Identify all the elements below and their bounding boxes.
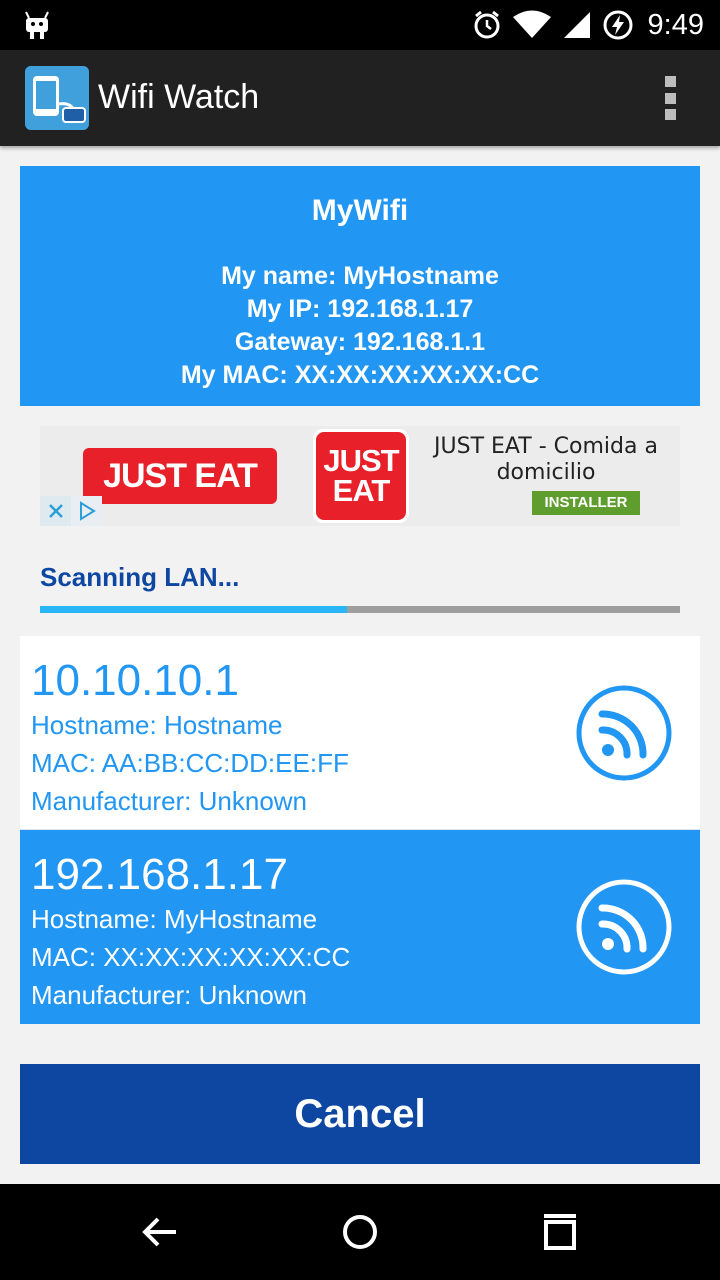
network-info-card: MyWifi My name: MyHostname My IP: 192.16… <box>20 166 700 406</box>
gateway-line: Gateway: 192.168.1.1 <box>234 328 486 356</box>
ad-logo-line2: EAT <box>332 473 391 508</box>
navigation-bar <box>0 1184 720 1280</box>
cell-signal-icon <box>563 12 590 38</box>
device-list-item[interactable]: 192.168.1.17 Hostname: MyHostname MAC: X… <box>20 830 700 1024</box>
scan-progress-fill <box>40 606 348 613</box>
device-ip: 10.10.10.1 <box>31 656 239 705</box>
wifi-signal-icon <box>512 10 551 38</box>
ad-title[interactable]: JUST EAT - Comida a domicilio <box>412 434 680 486</box>
rss-feed-icon <box>576 685 672 781</box>
device-hostname: Hostname: Hostname <box>31 710 283 740</box>
device-mac: MAC: AA:BB:CC:DD:EE:FF <box>31 748 349 778</box>
device-list-item[interactable]: 10.10.10.1 Hostname: Hostname MAC: AA:BB… <box>20 636 700 830</box>
device-manufacturer: Manufacturer: Unknown <box>31 980 308 1010</box>
ad-install-button[interactable]: INSTALLER <box>532 491 640 515</box>
action-bar: Wifi Watch <box>0 50 720 146</box>
network-ssid: MyWifi <box>311 194 409 227</box>
scan-status-label: Scanning LAN... <box>40 562 240 592</box>
ad-choices[interactable] <box>40 496 102 526</box>
status-bar: 9:49 <box>0 0 720 50</box>
app-title: Wifi Watch <box>98 78 260 116</box>
adchoices-icon[interactable] <box>71 496 102 526</box>
recents-icon[interactable] <box>538 1210 582 1254</box>
back-icon[interactable] <box>138 1210 182 1254</box>
scan-progress-bar <box>40 606 680 613</box>
ad-banner[interactable]: JUST EAT JUST EAT JUST EAT - Comida a do… <box>40 426 680 526</box>
device-hostname: Hostname: MyHostname <box>31 904 318 934</box>
my-mac-line: My MAC: XX:XX:XX:XX:XX:CC <box>180 361 540 389</box>
home-icon[interactable] <box>338 1210 382 1254</box>
clock: 9:49 <box>647 8 704 41</box>
app-logo-icon <box>25 66 89 130</box>
android-debug-icon <box>25 11 49 39</box>
my-ip-line: My IP: 192.168.1.17 <box>246 295 474 323</box>
device-ip: 192.168.1.17 <box>31 850 288 899</box>
device-mac: MAC: XX:XX:XX:XX:XX:CC <box>31 942 351 972</box>
overflow-menu-icon[interactable] <box>660 76 680 120</box>
ad-logo-wide[interactable]: JUST EAT <box>83 448 277 504</box>
rss-feed-icon <box>576 879 672 975</box>
cancel-button[interactable]: Cancel <box>20 1064 700 1164</box>
device-manufacturer: Manufacturer: Unknown <box>31 786 308 816</box>
battery-charging-icon <box>603 10 633 40</box>
ad-logo-line1: JUST <box>323 443 399 478</box>
ad-app-icon[interactable]: JUST EAT <box>313 429 409 523</box>
alarm-icon <box>474 10 500 39</box>
close-icon[interactable] <box>40 496 71 526</box>
my-name-line: My name: MyHostname <box>221 262 499 290</box>
